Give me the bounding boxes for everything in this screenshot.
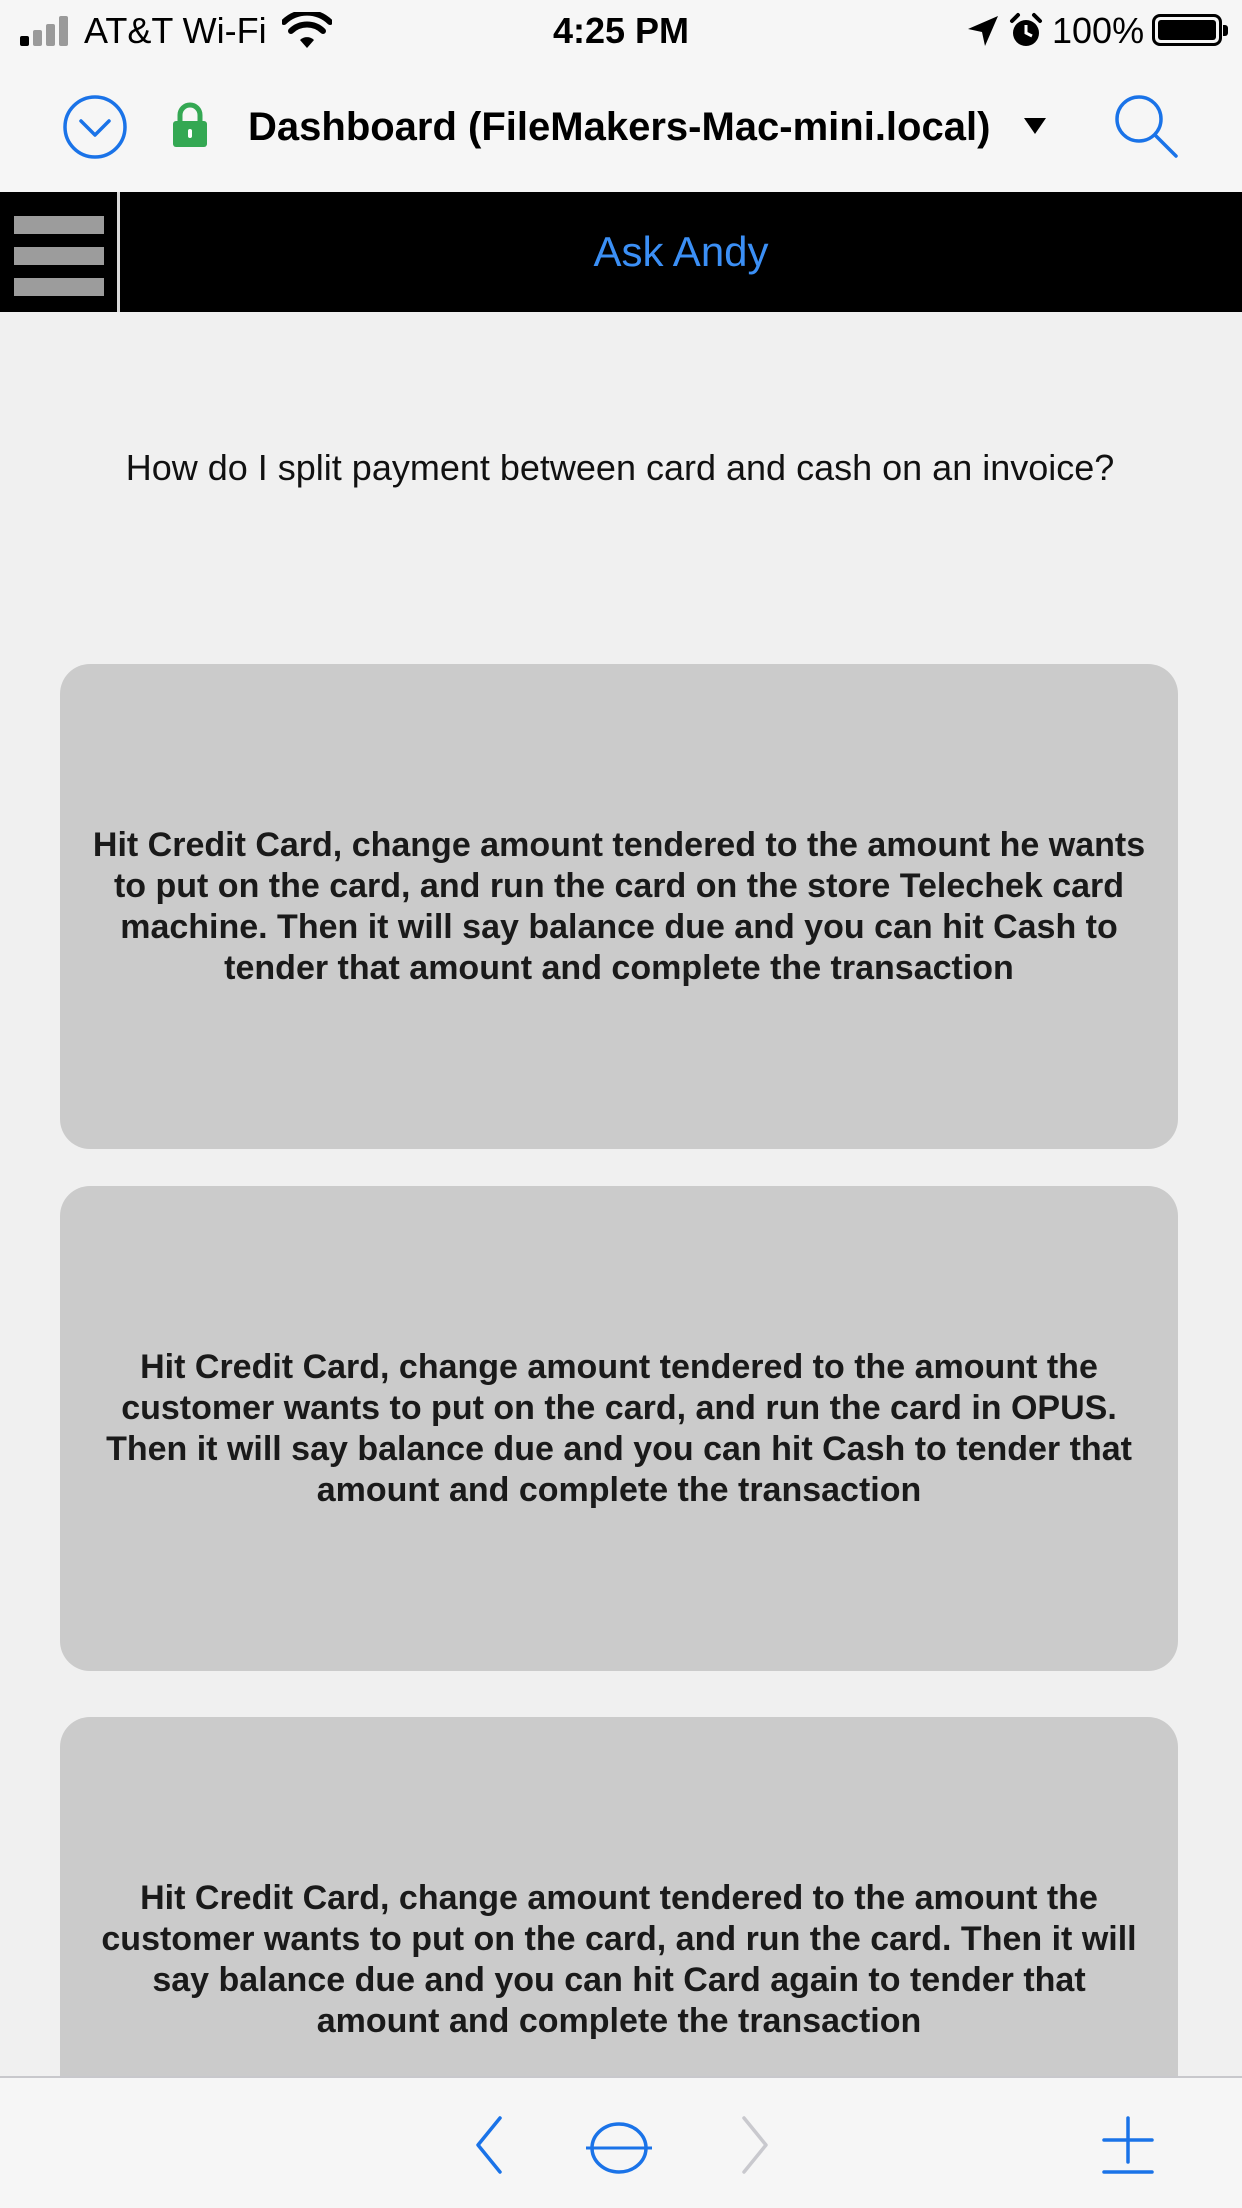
- lock-icon: [172, 102, 208, 153]
- back-icon[interactable]: [474, 2114, 504, 2181]
- alarm-icon: [1008, 12, 1044, 55]
- hamburger-menu-icon[interactable]: [0, 192, 120, 312]
- answer-text: Hit Credit Card, change amount tendered …: [101, 1878, 1137, 2040]
- search-icon[interactable]: [1112, 92, 1180, 165]
- dropdown-caret-icon[interactable]: [1024, 118, 1046, 134]
- app-header: Ask Andy: [0, 192, 1242, 312]
- battery-icon: [1152, 14, 1228, 46]
- answer-card[interactable]: Hit Credit Card, change amount tendered …: [60, 664, 1178, 1149]
- bottom-toolbar: [0, 2076, 1242, 2208]
- battery-percentage: 100%: [1052, 10, 1145, 51]
- chevron-down-circle-icon[interactable]: [62, 94, 128, 165]
- forward-icon[interactable]: [740, 2114, 770, 2181]
- status-bar: AT&T Wi-Fi 4:25 PM 100%: [0, 0, 1242, 62]
- home-icon[interactable]: [586, 2120, 652, 2181]
- answer-text: Hit Credit Card, change amount tendered …: [92, 825, 1146, 987]
- header-title: Ask Andy: [593, 228, 769, 275]
- answer-text: Hit Credit Card, change amount tendered …: [106, 1347, 1132, 1509]
- answer-card[interactable]: Hit Credit Card, change amount tendered …: [60, 1186, 1178, 1671]
- nav-bar: Dashboard (FileMakers-Mac-mini.local): [0, 62, 1242, 192]
- question-text: How do I split payment between card and …: [125, 447, 1115, 488]
- location-arrow-icon: [966, 14, 1000, 53]
- add-icon[interactable]: [1100, 2114, 1156, 2181]
- window-title[interactable]: Dashboard (FileMakers-Mac-mini.local): [248, 102, 990, 152]
